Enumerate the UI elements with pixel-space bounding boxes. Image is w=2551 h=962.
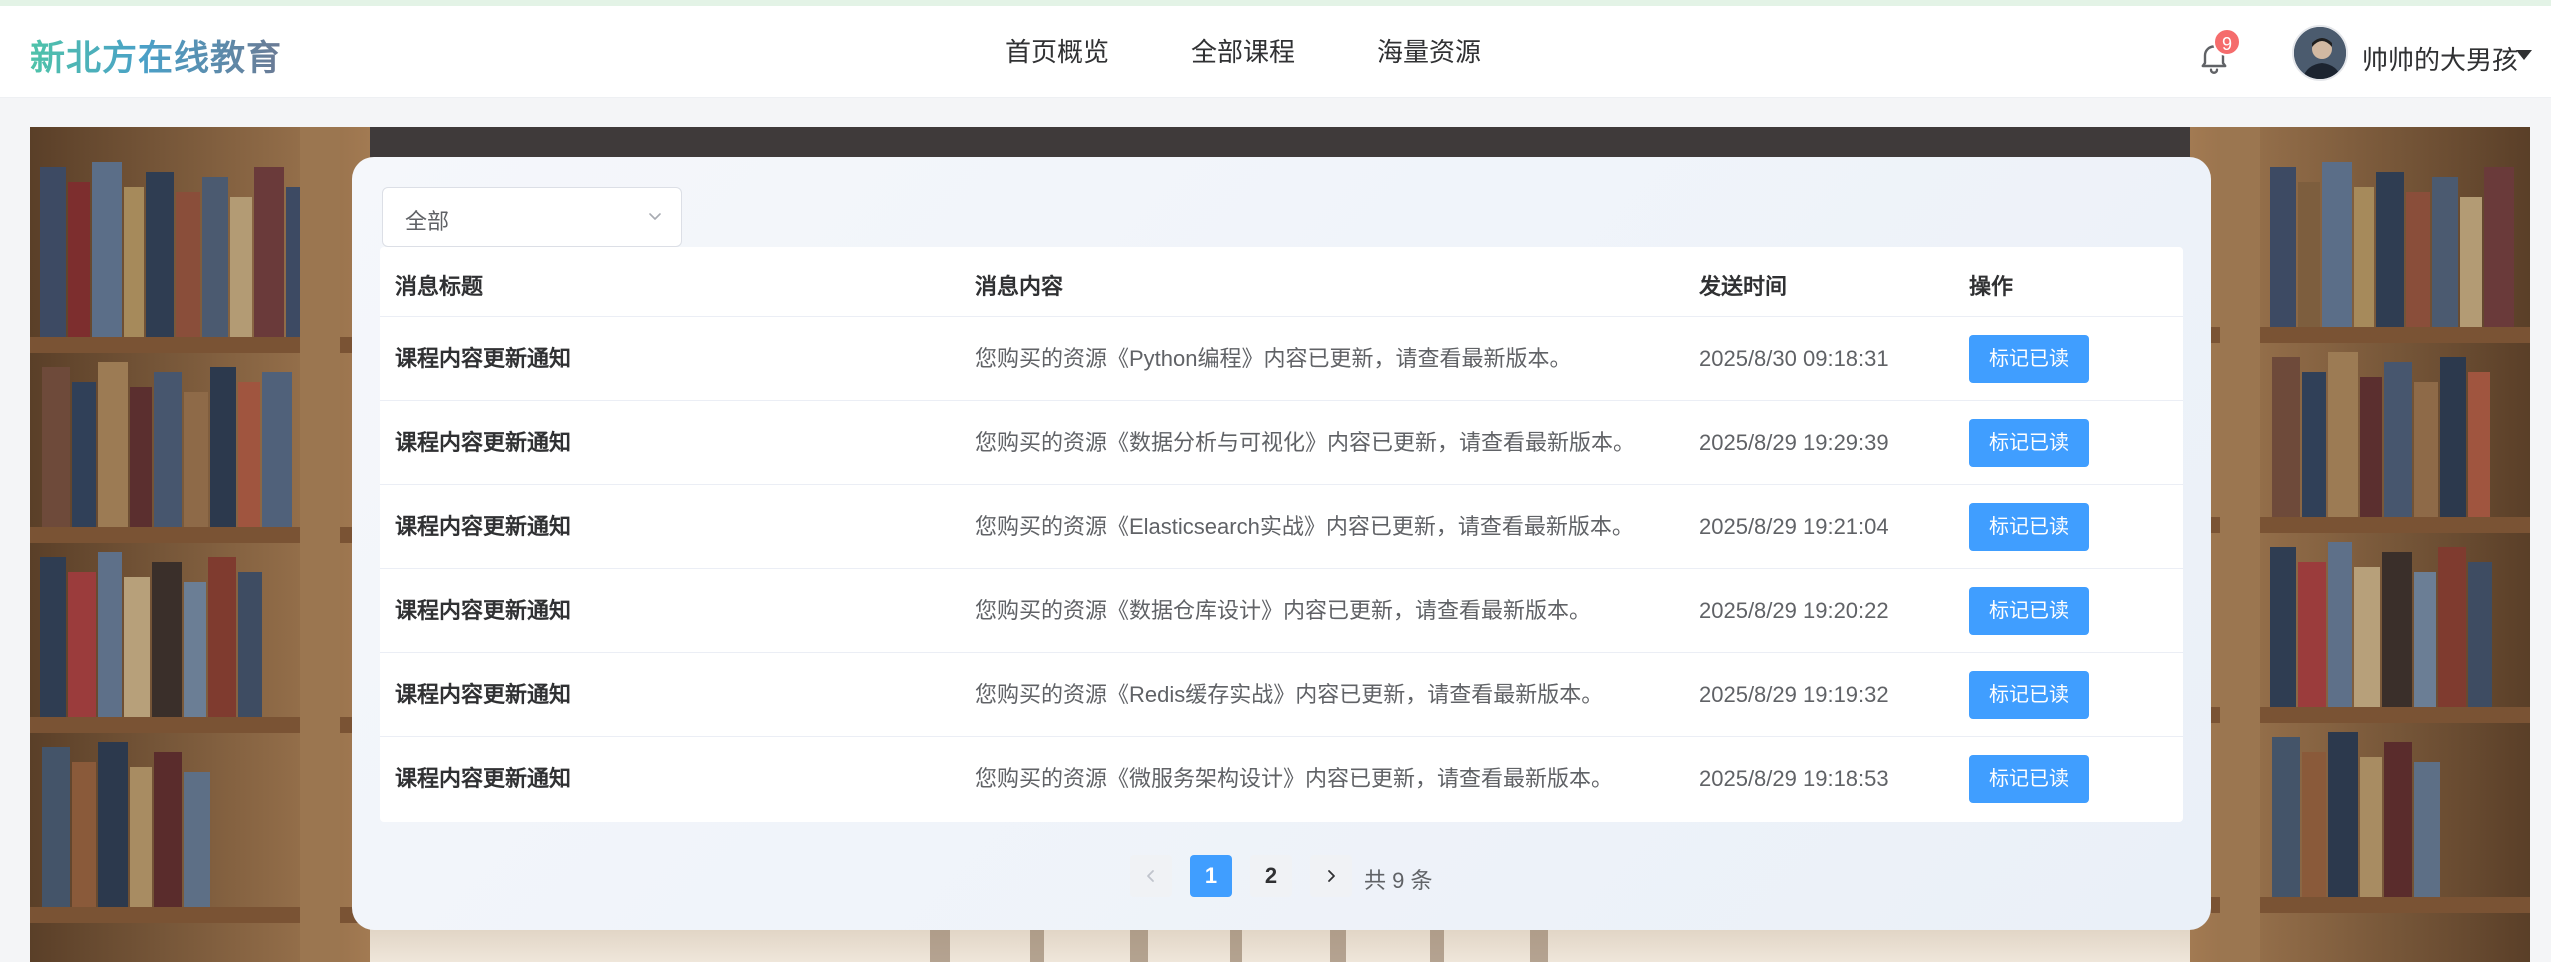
message-panel: 全部 消息标题 消息内容 发送时间 操作 课程内容更新通知 您购买的资源《Pyt… [352, 157, 2211, 930]
username[interactable]: 帅帅的大男孩 [2362, 40, 2518, 77]
mark-read-button[interactable]: 标记已读 [1969, 419, 2089, 467]
site-logo[interactable]: 新北方在线教育 [30, 30, 282, 81]
message-time: 2025/8/29 19:19:32 [1699, 682, 1889, 707]
top-header: 新北方在线教育 首页概览 全部课程 海量资源 9 帅帅的大男孩 [0, 6, 2551, 98]
mark-read-button[interactable]: 标记已读 [1969, 587, 2089, 635]
message-title: 课程内容更新通知 [395, 766, 572, 791]
table-row: 课程内容更新通知 您购买的资源《Redis缓存实战》内容已更新，请查看最新版本。… [380, 653, 2183, 737]
message-time: 2025/8/29 19:29:39 [1699, 430, 1889, 455]
page-button-1[interactable]: 1 [1190, 855, 1232, 897]
main-nav: 首页概览 全部课程 海量资源 [1005, 34, 1481, 70]
table-row: 课程内容更新通知 您购买的资源《数据分析与可视化》内容已更新，请查看最新版本。 … [380, 401, 2183, 485]
table-row: 课程内容更新通知 您购买的资源《数据仓库设计》内容已更新，请查看最新版本。 20… [380, 569, 2183, 653]
message-content: 您购买的资源《Redis缓存实战》内容已更新，请查看最新版本。 [975, 682, 1604, 707]
table-header: 消息标题 消息内容 发送时间 操作 [380, 247, 2183, 317]
message-content: 您购买的资源《Python编程》内容已更新，请查看最新版本。 [975, 346, 1572, 371]
mark-read-button[interactable]: 标记已读 [1969, 503, 2089, 551]
caret-down-icon[interactable] [2516, 50, 2532, 60]
nav-item-courses[interactable]: 全部课程 [1191, 34, 1295, 70]
message-table: 消息标题 消息内容 发送时间 操作 课程内容更新通知 您购买的资源《Python… [380, 247, 2183, 822]
table-row: 课程内容更新通知 您购买的资源《微服务架构设计》内容已更新，请查看最新版本。 2… [380, 737, 2183, 821]
message-title: 课程内容更新通知 [395, 682, 572, 707]
message-time: 2025/8/29 19:21:04 [1699, 514, 1889, 539]
filter-value: 全部 [405, 209, 450, 234]
avatar[interactable] [2292, 25, 2348, 81]
message-content: 您购买的资源《微服务架构设计》内容已更新，请查看最新版本。 [975, 766, 1614, 791]
mark-read-button[interactable]: 标记已读 [1969, 755, 2089, 803]
nav-item-home[interactable]: 首页概览 [1005, 34, 1109, 70]
column-header-title: 消息标题 [395, 274, 484, 299]
pagination-total: 共 9 条 [1364, 868, 1433, 893]
message-filter-select[interactable]: 全部 [382, 187, 682, 247]
message-time: 2025/8/29 19:20:22 [1699, 598, 1889, 623]
message-title: 课程内容更新通知 [395, 514, 572, 539]
chevron-down-icon [649, 213, 661, 220]
mark-read-button[interactable]: 标记已读 [1969, 335, 2089, 383]
message-content: 您购买的资源《数据分析与可视化》内容已更新，请查看最新版本。 [975, 430, 1636, 455]
message-title: 课程内容更新通知 [395, 430, 572, 455]
message-time: 2025/8/29 19:18:53 [1699, 766, 1889, 791]
column-header-content: 消息内容 [975, 274, 1064, 299]
chevron-left-icon[interactable] [1130, 855, 1172, 897]
notification-badge: 9 [2213, 28, 2242, 56]
mark-read-button[interactable]: 标记已读 [1969, 671, 2089, 719]
column-header-time: 发送时间 [1699, 274, 1788, 299]
message-title: 课程内容更新通知 [395, 598, 572, 623]
nav-item-resources[interactable]: 海量资源 [1377, 34, 1481, 70]
message-content: 您购买的资源《Elasticsearch实战》内容已更新，请查看最新版本。 [975, 514, 1634, 539]
chevron-right-icon[interactable] [1310, 855, 1352, 897]
message-time: 2025/8/30 09:18:31 [1699, 346, 1889, 371]
column-header-action: 操作 [1969, 274, 2014, 299]
message-content: 您购买的资源《数据仓库设计》内容已更新，请查看最新版本。 [975, 598, 1592, 623]
table-row: 课程内容更新通知 您购买的资源《Elasticsearch实战》内容已更新，请查… [380, 485, 2183, 569]
message-title: 课程内容更新通知 [395, 346, 572, 371]
page-button-2[interactable]: 2 [1250, 855, 1292, 897]
pagination: 1 2 共 9 条 [352, 855, 2211, 897]
table-row: 课程内容更新通知 您购买的资源《Python编程》内容已更新，请查看最新版本。 … [380, 317, 2183, 401]
